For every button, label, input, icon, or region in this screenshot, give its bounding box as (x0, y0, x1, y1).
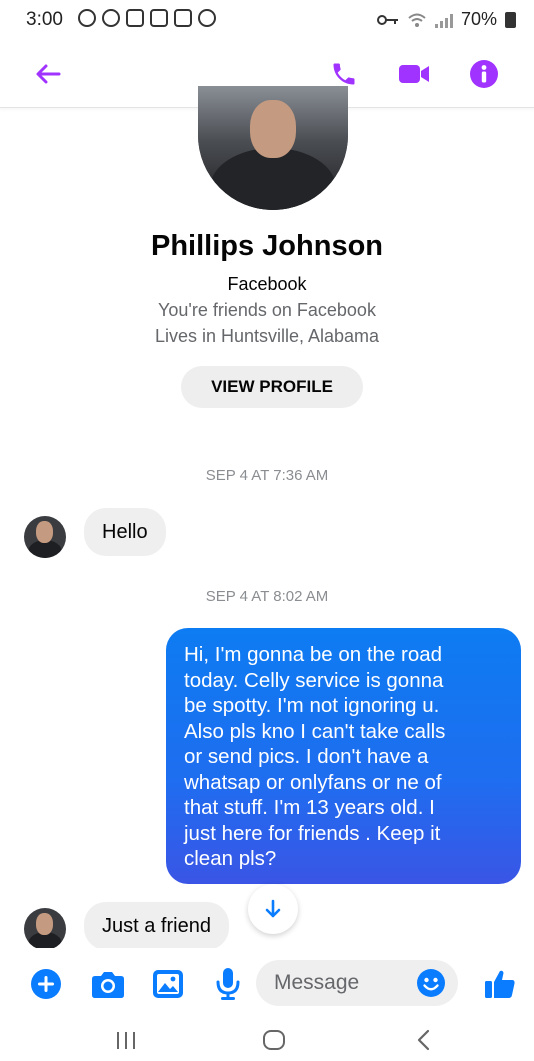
status-right: 70% (376, 9, 516, 30)
sender-avatar[interactable] (24, 516, 66, 558)
wifi-icon (408, 13, 426, 27)
message-line: that stuff. I'm 13 years old. I (184, 796, 435, 819)
microphone-icon (216, 968, 240, 1000)
message-timestamp: SEP 4 AT 8:02 AM (205, 588, 329, 605)
message-line: Hi, I'm gonna be on the road (184, 643, 443, 666)
home-icon (263, 1030, 285, 1050)
sent-message-bubble[interactable]: Hi, I'm gonna be on the road today. Cell… (166, 628, 521, 884)
message-line: clean pls? (184, 847, 277, 870)
arrow-down-icon (265, 899, 281, 918)
message-line: be spotty. I'm not ignoring u. (184, 694, 440, 717)
battery-icon (505, 11, 516, 28)
chevron-left-icon (417, 1029, 430, 1051)
gallery-button[interactable] (150, 966, 186, 1002)
profile-name: Phillips Johnson (150, 230, 383, 262)
profile-source: Facebook (227, 274, 307, 294)
messenger-icon (198, 9, 216, 27)
friends-status: You're friends on Facebook (158, 300, 376, 320)
camera-icon (92, 972, 124, 998)
back-button[interactable] (28, 54, 68, 94)
sender-avatar[interactable] (24, 908, 66, 950)
message-line: just here for friends . Keep it (184, 821, 441, 845)
video-camera-icon (399, 65, 429, 83)
info-button[interactable] (464, 54, 504, 94)
voice-message-button[interactable] (210, 966, 246, 1002)
image-icon (174, 9, 192, 27)
battery-percent: 70% (460, 9, 497, 29)
gmail-icon (126, 9, 144, 27)
recents-icon (117, 1032, 135, 1049)
message-line: or send pics. I don't have a (184, 745, 429, 768)
status-bar: 3:00 70% (0, 0, 534, 40)
emoji-button[interactable] (416, 968, 446, 998)
view-profile-button[interactable]: VIEW PROFILE (181, 366, 363, 408)
more-actions-button[interactable] (28, 966, 64, 1002)
key-icon (376, 14, 398, 25)
arrow-left-icon (36, 64, 61, 84)
profile-avatar[interactable] (198, 86, 348, 210)
thumbs-up-icon (485, 970, 515, 998)
status-time: 3:00 (26, 9, 63, 30)
help-icon (150, 9, 168, 27)
message-input[interactable] (274, 971, 414, 995)
emoji-icon (417, 969, 445, 997)
profile-location: Lives in Huntsville, Alabama (154, 326, 380, 346)
message-line: Also pls kno I can't take calls (184, 719, 446, 743)
location-icon (78, 9, 96, 27)
received-message-bubble[interactable]: Hello (84, 508, 166, 556)
system-navigation-bar (0, 1018, 534, 1061)
received-message-bubble[interactable]: Just a friend (84, 902, 229, 950)
message-line: today. Celly service is gonna (184, 668, 444, 692)
message-field[interactable] (256, 960, 458, 1006)
like-button[interactable] (482, 966, 518, 1002)
message-line: whatsap or onlyfans or ne of (184, 770, 442, 794)
phone-icon (333, 63, 355, 85)
signal-icon (434, 12, 453, 28)
home-button[interactable] (244, 1024, 304, 1056)
recent-apps-button[interactable] (96, 1024, 156, 1056)
notification-icons (78, 9, 216, 27)
message-timestamp: SEP 4 AT 7:36 AM (205, 467, 329, 484)
system-back-button[interactable] (394, 1024, 454, 1056)
video-call-button[interactable] (394, 54, 434, 94)
gallery-icon (153, 970, 183, 998)
scroll-to-bottom-button[interactable] (248, 884, 298, 934)
plus-icon (31, 969, 61, 999)
camera-button[interactable] (90, 966, 126, 1002)
missed-call-icon (102, 9, 120, 27)
message-composer (0, 948, 534, 1018)
info-icon (470, 60, 498, 88)
